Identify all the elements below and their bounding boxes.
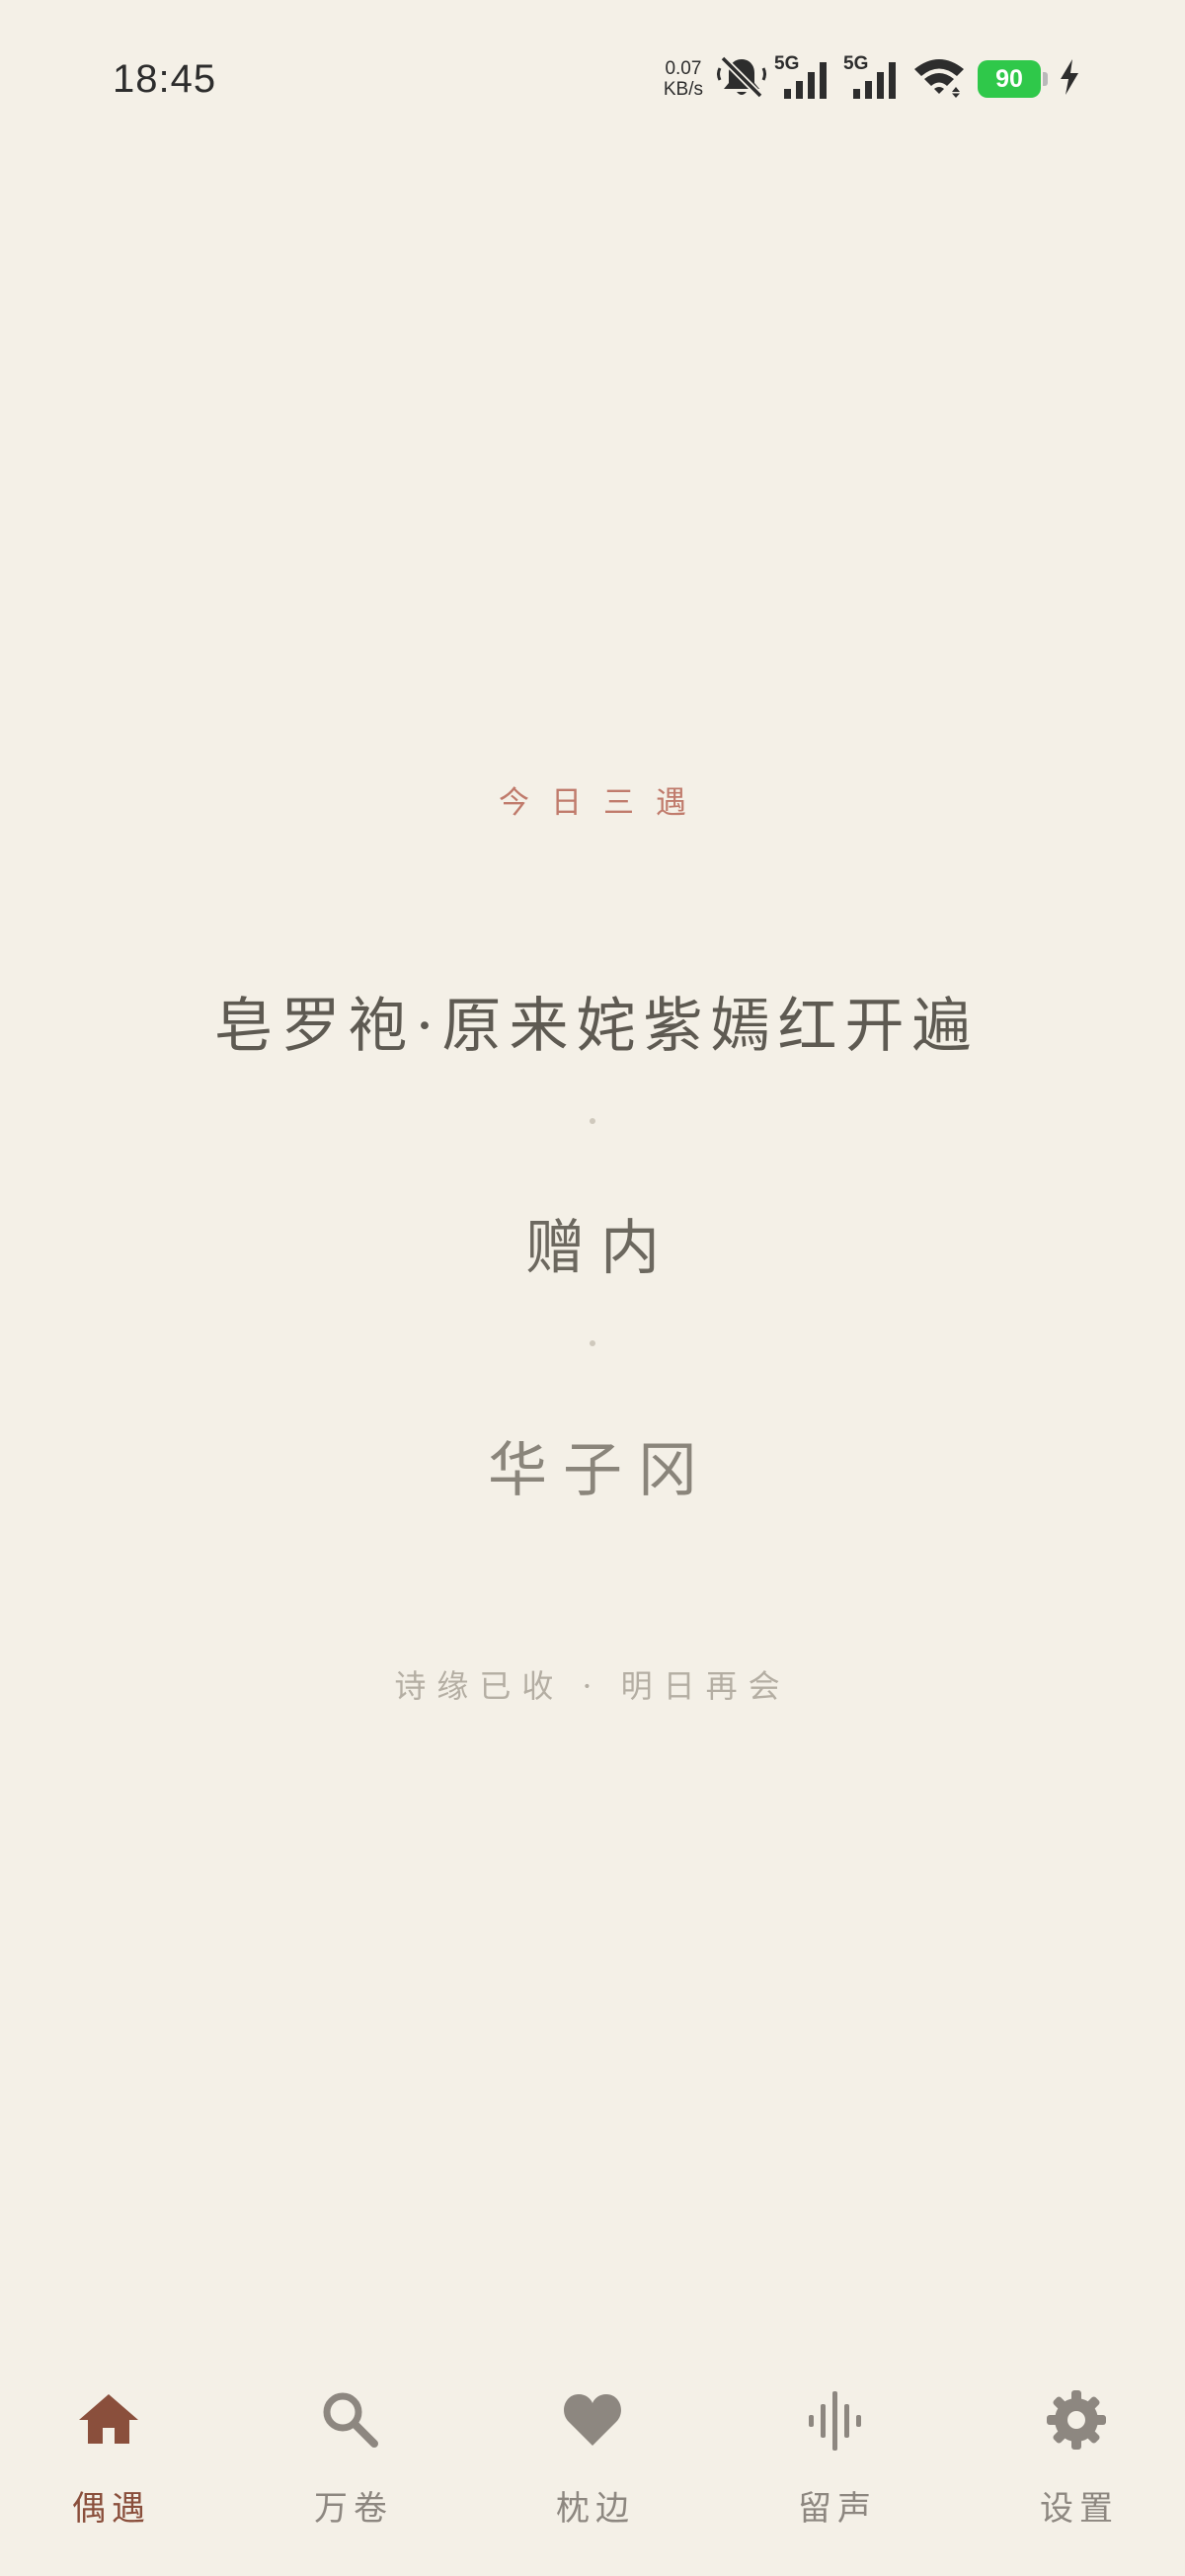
poem-title-3[interactable]: 华子冈 <box>0 1422 1185 1508</box>
nav-label: 万卷 <box>314 2489 393 2529</box>
nav-item-home[interactable]: 偶遇 <box>10 2351 207 2548</box>
collected-note-right: 明日再会 <box>620 1667 791 1705</box>
charging-bolt-icon <box>1059 59 1080 99</box>
bottom-nav: 偶遇 万卷 枕边 留声 设置 <box>0 2351 1185 2576</box>
nav-item-favorites[interactable]: 枕边 <box>494 2351 691 2548</box>
wifi-icon <box>912 55 966 103</box>
collected-note-separator: · <box>582 1667 603 1705</box>
status-time: 18:45 <box>113 57 217 101</box>
status-bar: 18:45 0.07 KB/s 5G 5G 90 <box>0 0 1185 158</box>
network-speed: 0.07 KB/s <box>664 58 703 100</box>
heart-icon <box>561 2388 624 2452</box>
gear-icon <box>1045 2388 1108 2452</box>
network-speed-value: 0.07 <box>665 58 702 79</box>
status-icons: 0.07 KB/s 5G 5G 90 <box>664 53 1080 104</box>
nav-label: 设置 <box>1040 2489 1119 2529</box>
section-eyebrow: 今日三遇 <box>499 785 708 821</box>
home-icon <box>77 2388 140 2452</box>
nav-item-library[interactable]: 万卷 <box>252 2351 449 2548</box>
signal-icon-sim1: 5G <box>774 53 835 103</box>
nav-label: 偶遇 <box>72 2489 151 2529</box>
nav-item-settings[interactable]: 设置 <box>978 2351 1175 2548</box>
nav-item-audio[interactable]: 留声 <box>736 2351 933 2548</box>
mute-bell-icon <box>717 54 766 104</box>
collected-note: 诗缘已收 · 明日再会 <box>0 1661 1185 1707</box>
separator-dot <box>590 1340 595 1346</box>
poem-title-1[interactable]: 皂罗袍·原来姹紫嫣红开遍 <box>0 978 1185 1064</box>
battery-level: 90 <box>995 64 1023 93</box>
network-speed-unit: KB/s <box>663 79 703 100</box>
poem-title-2[interactable]: 赠内 <box>0 1200 1185 1286</box>
collected-note-left: 诗缘已收 <box>394 1667 565 1705</box>
signal-icon-sim2: 5G <box>843 53 905 103</box>
separator-dot <box>590 1118 595 1124</box>
nav-label: 留声 <box>798 2489 877 2529</box>
audio-wave-icon <box>803 2388 866 2452</box>
search-icon <box>319 2388 382 2452</box>
nav-label: 枕边 <box>556 2489 635 2529</box>
battery-icon: 90 <box>978 60 1048 98</box>
